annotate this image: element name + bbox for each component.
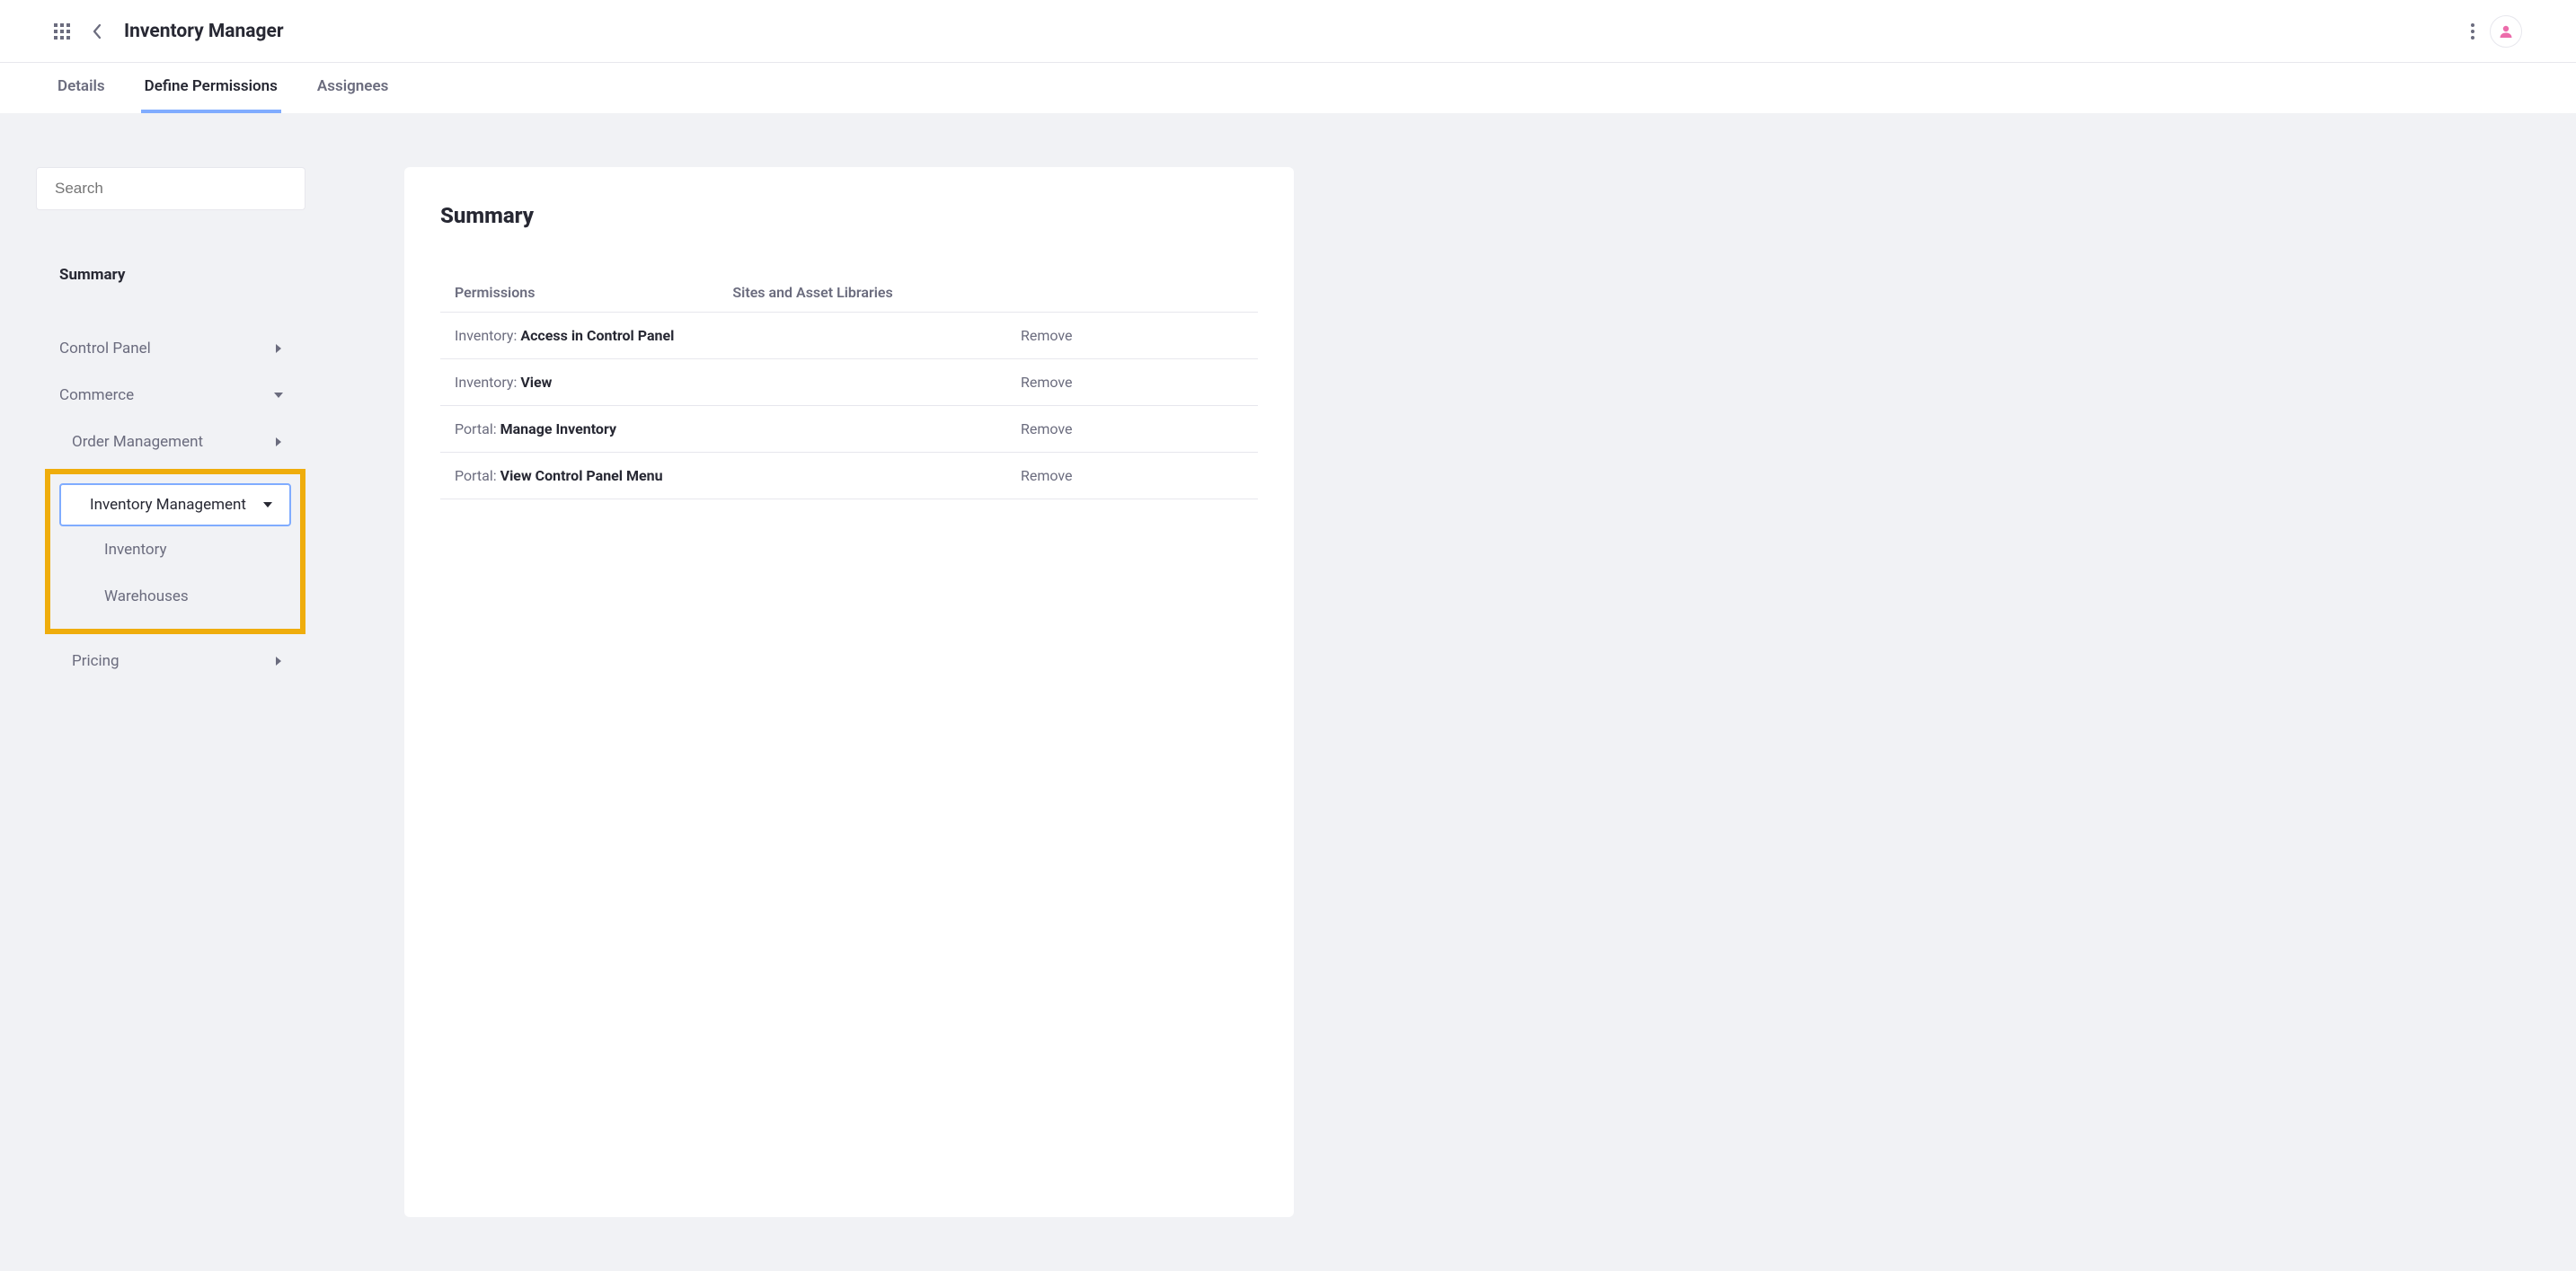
apps-icon[interactable]: [54, 23, 70, 40]
side-nav: Summary Control Panel Commerce Order Man…: [36, 252, 305, 684]
perm-action: Manage Inventory: [500, 420, 616, 437]
table-row: Inventory: Access in Control Panel Remov…: [440, 313, 1258, 359]
perm-cell: Inventory: View: [440, 359, 718, 406]
caret-down-icon: [262, 499, 273, 510]
perm-cell: Portal: Manage Inventory: [440, 406, 718, 453]
content-area: Summary Control Panel Commerce Order Man…: [0, 113, 2576, 1271]
permissions-table: Permissions Sites and Asset Libraries In…: [440, 273, 1258, 499]
nav-item-summary[interactable]: Summary: [36, 252, 305, 298]
panel-title: Summary: [440, 203, 1258, 228]
nav-item-order-management[interactable]: Order Management: [36, 419, 305, 465]
tab-details[interactable]: Details: [54, 63, 109, 113]
perm-scope: Inventory:: [455, 327, 520, 344]
nav-label-commerce: Commerce: [59, 386, 134, 404]
nav-label-summary: Summary: [59, 266, 125, 284]
nav-item-control-panel[interactable]: Control Panel: [36, 325, 305, 372]
table-row: Inventory: View Remove: [440, 359, 1258, 406]
search-input[interactable]: [36, 167, 305, 210]
col-remove: [1006, 273, 1258, 313]
kebab-menu-icon[interactable]: [2470, 22, 2475, 40]
nav-item-pricing[interactable]: Pricing: [36, 638, 305, 684]
perm-action: Access in Control Panel: [520, 327, 674, 344]
remove-link[interactable]: Remove: [1021, 467, 1073, 484]
tab-define-permissions[interactable]: Define Permissions: [141, 63, 281, 113]
perm-scope: Portal:: [455, 420, 500, 437]
nav-label-inventory: Inventory: [104, 541, 167, 559]
nav-label-control-panel: Control Panel: [59, 340, 151, 357]
remove-link[interactable]: Remove: [1021, 374, 1073, 391]
top-bar-left: Inventory Manager: [54, 21, 284, 42]
nav-item-inventory[interactable]: Inventory: [54, 526, 297, 573]
page-title: Inventory Manager: [124, 21, 284, 42]
caret-right-icon: [273, 437, 284, 447]
highlight-box: Inventory Management Inventory Warehouse…: [45, 469, 305, 634]
nav-label-inventory-management: Inventory Management: [90, 496, 246, 514]
table-row: Portal: View Control Panel Menu Remove: [440, 453, 1258, 499]
perm-action: View Control Panel Menu: [500, 467, 663, 484]
top-bar: Inventory Manager: [0, 0, 2576, 63]
tab-bar: Details Define Permissions Assignees: [0, 63, 2576, 113]
perm-scope: Portal:: [455, 467, 500, 484]
caret-right-icon: [273, 656, 284, 666]
sites-cell: [718, 453, 1006, 499]
nav-item-inventory-management[interactable]: Inventory Management: [59, 483, 291, 526]
nav-label-warehouses: Warehouses: [104, 587, 189, 605]
perm-scope: Inventory:: [455, 374, 520, 391]
perm-cell: Inventory: Access in Control Panel: [440, 313, 718, 359]
perm-action: View: [520, 374, 552, 391]
caret-down-icon: [273, 390, 284, 401]
perm-cell: Portal: View Control Panel Menu: [440, 453, 718, 499]
remove-link[interactable]: Remove: [1021, 420, 1073, 437]
col-permissions: Permissions: [440, 273, 718, 313]
top-bar-right: [2470, 15, 2522, 48]
remove-link[interactable]: Remove: [1021, 327, 1073, 344]
table-row: Portal: Manage Inventory Remove: [440, 406, 1258, 453]
caret-right-icon: [273, 343, 284, 354]
nav-item-commerce[interactable]: Commerce: [36, 372, 305, 419]
tab-assignees[interactable]: Assignees: [314, 63, 392, 113]
avatar[interactable]: [2490, 15, 2522, 48]
back-icon[interactable]: [92, 23, 102, 40]
sidebar: Summary Control Panel Commerce Order Man…: [36, 167, 305, 1217]
sites-cell: [718, 406, 1006, 453]
sites-cell: [718, 359, 1006, 406]
main-panel: Summary Permissions Sites and Asset Libr…: [404, 167, 1294, 1217]
col-sites: Sites and Asset Libraries: [718, 273, 1006, 313]
nav-label-pricing: Pricing: [72, 652, 120, 670]
nav-item-warehouses[interactable]: Warehouses: [54, 573, 297, 620]
nav-label-order-management: Order Management: [72, 433, 203, 451]
sites-cell: [718, 313, 1006, 359]
